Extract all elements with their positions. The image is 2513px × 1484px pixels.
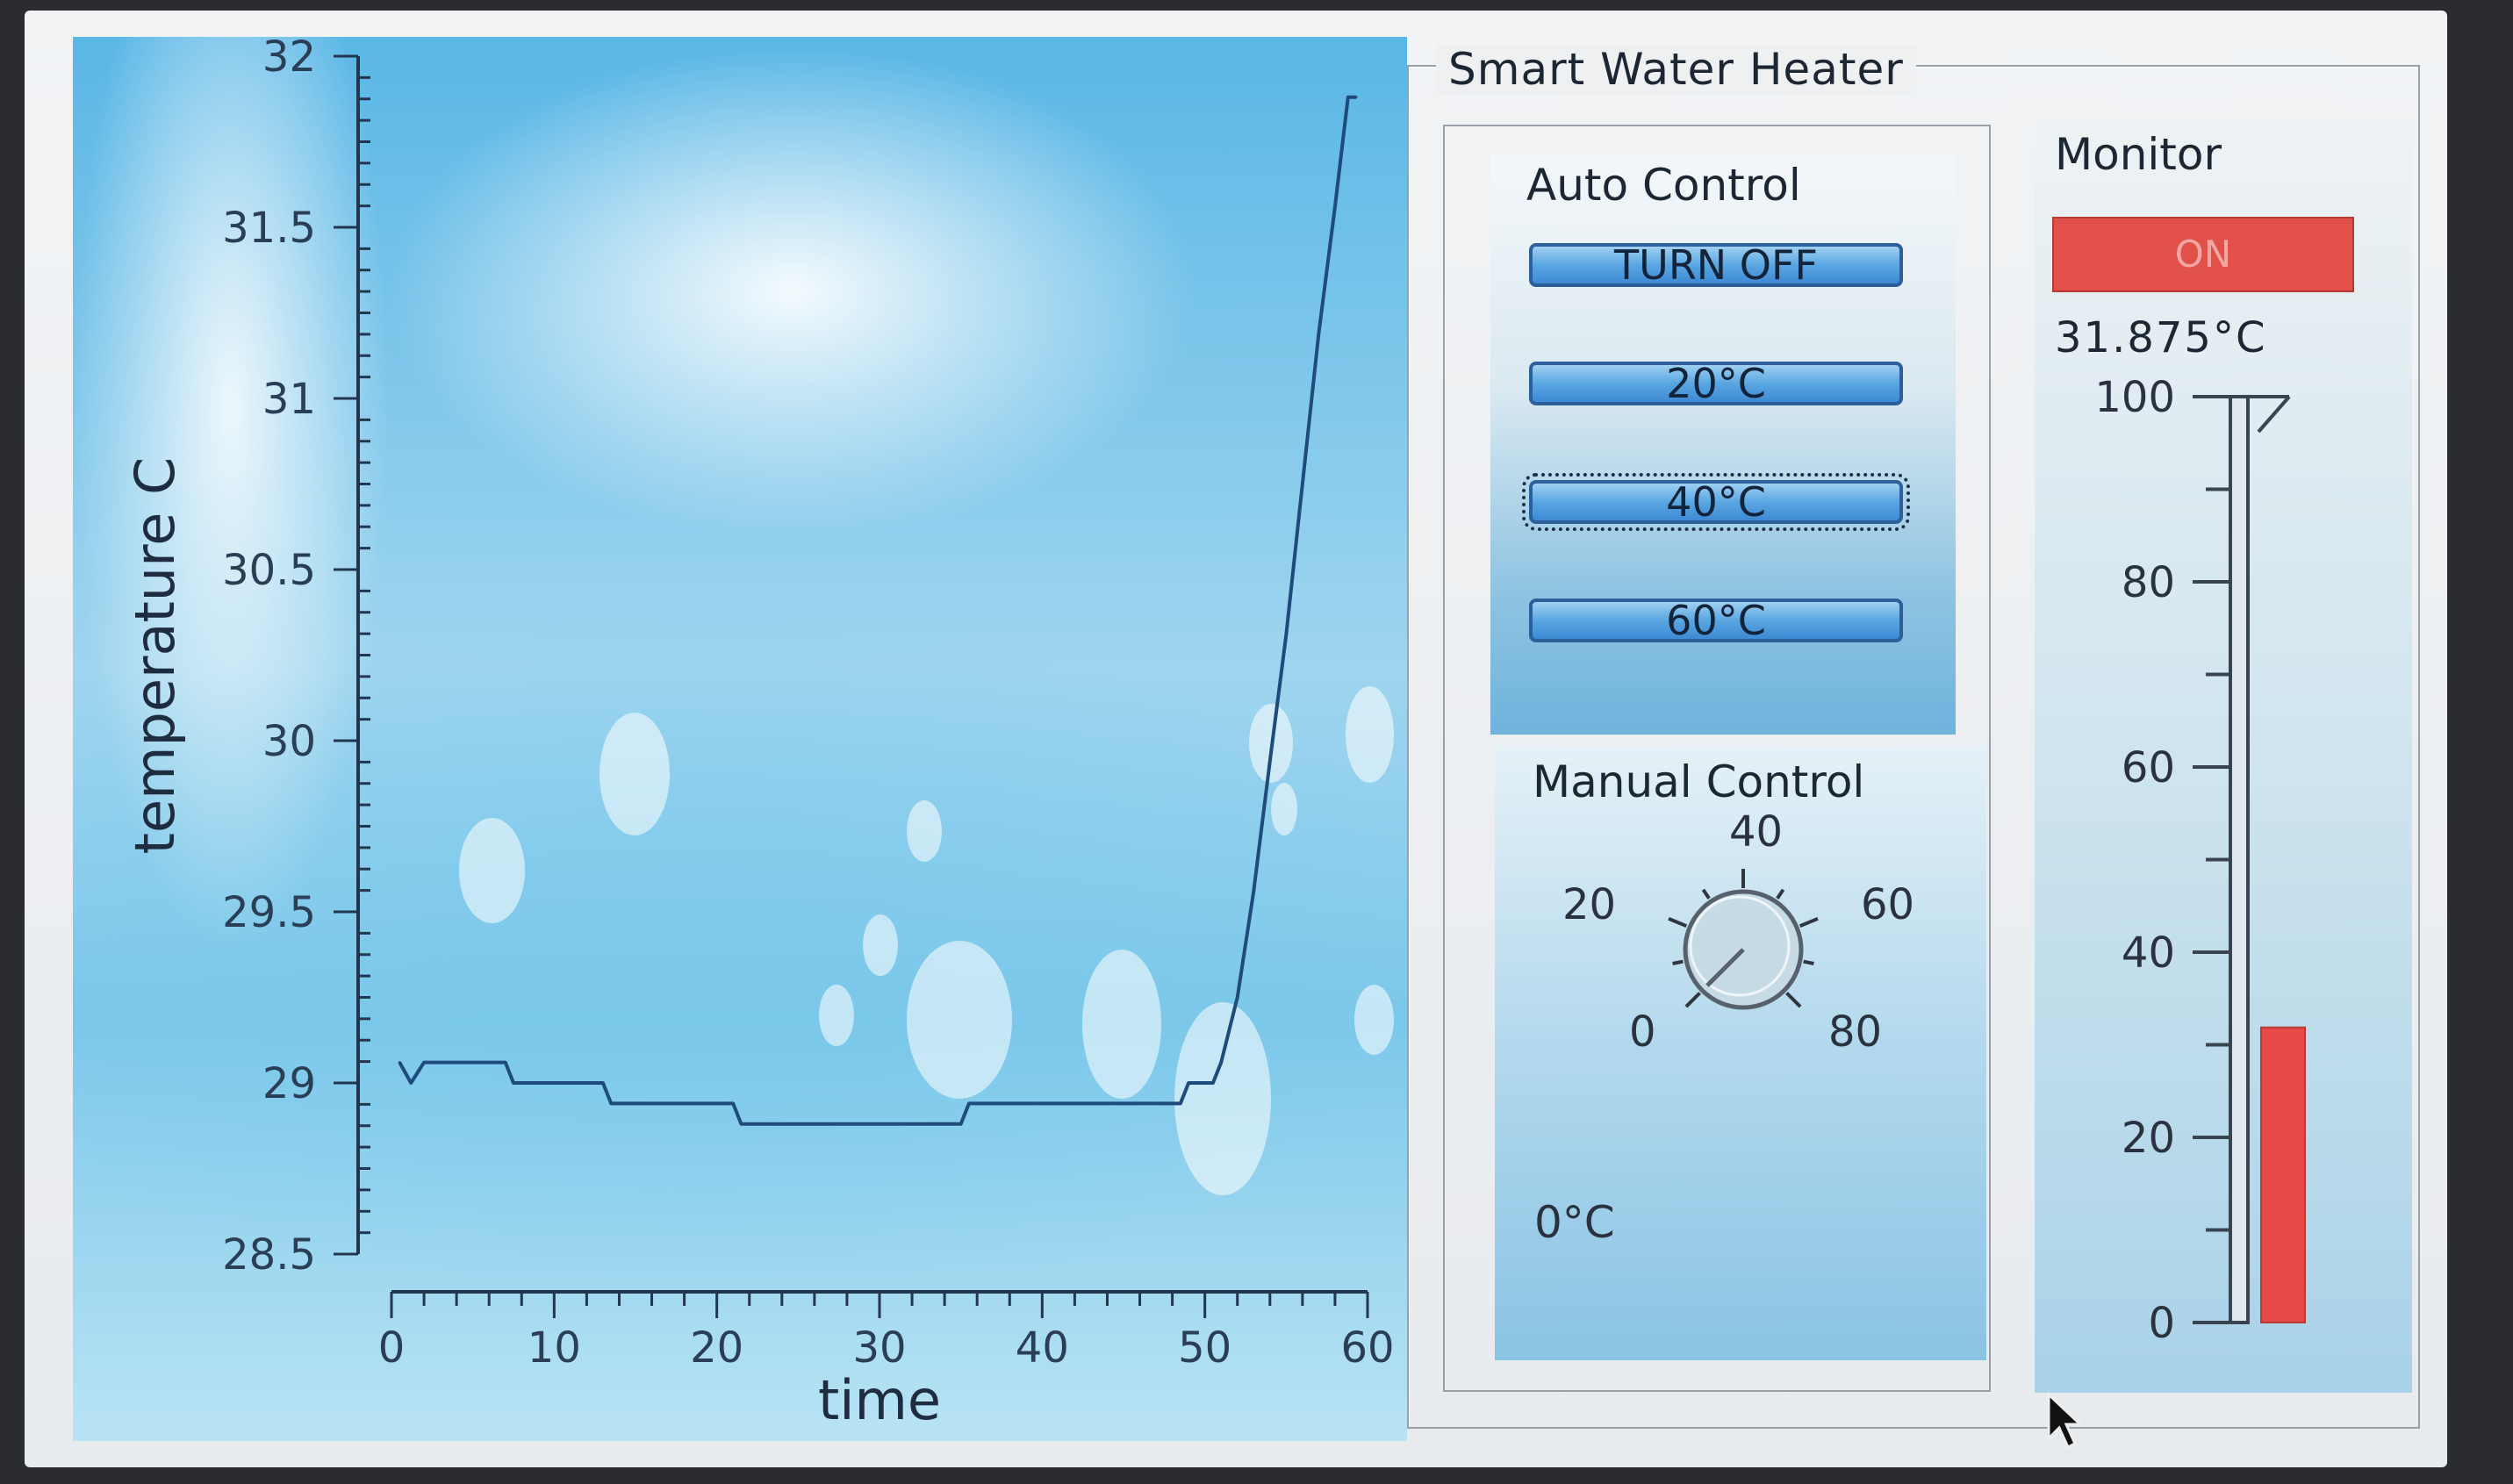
temperature-point — [1354, 96, 1358, 99]
thermometer-scale: 0 20 40 60 80 100 — [2094, 379, 2230, 1348]
auto-control-title: Auto Control — [1526, 160, 1801, 211]
temperature-point — [739, 1122, 743, 1126]
temperature-point — [1252, 890, 1255, 893]
heater-status-led: ON — [2052, 217, 2354, 292]
thermo-tick-label: 0 — [2148, 1299, 2175, 1348]
temperature-point — [1333, 205, 1337, 209]
thermo-tick-label: 80 — [2122, 558, 2175, 607]
x-axis-title: time — [818, 1368, 941, 1432]
dial-label-0: 0 — [1629, 1007, 1656, 1057]
x-tick-label: 0 — [378, 1323, 406, 1373]
app-window: 28.5 29 29.5 30 30.5 31 31.5 32 temperature C 0 10… — [25, 11, 2447, 1467]
temperature-point — [601, 1081, 605, 1085]
dial-major-tick — [1799, 916, 1819, 928]
preset-40c-button[interactable]: 40°C — [1522, 473, 1910, 531]
dial-minor-tick — [1776, 888, 1785, 900]
temperature-point — [409, 1081, 413, 1085]
temperature-point — [1346, 96, 1350, 99]
temperature-point — [609, 1101, 613, 1105]
temperature-point — [422, 1061, 426, 1065]
x-tick-label: 20 — [690, 1323, 743, 1373]
y-tick-label: 29 — [262, 1059, 316, 1108]
dial-label-40: 40 — [1729, 807, 1783, 857]
temperature-readout: 31.875°C — [2055, 313, 2267, 362]
monitor-title: Monitor — [2055, 129, 2222, 180]
thermometer-tube — [2229, 395, 2250, 1324]
dial-major-tick — [1668, 916, 1688, 928]
x-tick-label: 50 — [1178, 1323, 1231, 1373]
y-tick-label: 32 — [262, 32, 316, 82]
temperature-point — [512, 1081, 515, 1085]
x-tick-label: 30 — [852, 1323, 906, 1373]
temperature-point — [1211, 1081, 1215, 1085]
temperature-point — [1284, 633, 1288, 636]
temperature-point — [1301, 483, 1304, 485]
temperature-point — [1179, 1101, 1182, 1105]
temperature-point — [967, 1101, 971, 1105]
group-title: Smart Water Heater — [1436, 44, 1916, 95]
y-tick-label: 31 — [262, 375, 316, 424]
preset-20c-button[interactable]: 20°C — [1529, 362, 1903, 405]
temperature-series-line — [398, 95, 1357, 1126]
temperature-point — [1219, 1061, 1223, 1065]
dial-label-80: 80 — [1828, 1007, 1882, 1057]
temperature-dial[interactable]: 40 20 60 0 80 — [1517, 800, 1973, 1090]
thermometer-cap-edge — [2257, 395, 2291, 434]
temperature-point — [1236, 996, 1239, 999]
dial-label-60: 60 — [1861, 880, 1914, 929]
dial-minor-tick — [1803, 959, 1814, 965]
x-tick-label: 10 — [528, 1323, 581, 1373]
temperature-point — [430, 1061, 434, 1065]
thermometer-fill — [2260, 1026, 2306, 1323]
y-tick-label: 28.5 — [222, 1230, 316, 1280]
preset-60c-button[interactable]: 60°C — [1529, 599, 1903, 642]
x-tick-label: 40 — [1016, 1323, 1069, 1373]
temperature-point — [504, 1061, 507, 1065]
dial-minor-tick — [1672, 959, 1684, 965]
temperature-point — [398, 1061, 401, 1065]
thermo-tick-label: 20 — [2122, 1114, 2175, 1163]
y-tick-label: 31.5 — [222, 204, 316, 253]
y-tick-label: 30.5 — [222, 546, 316, 595]
dial-label-20: 20 — [1562, 880, 1616, 929]
y-tick-label: 30 — [262, 717, 316, 766]
thermo-tick-label: 40 — [2122, 928, 2175, 978]
thermometer-gauge: 0 20 40 60 80 100 — [2094, 379, 2306, 1348]
y-axis-title: temperature C — [123, 457, 187, 855]
chart-plot: 28.5 29 29.5 30 30.5 31 31.5 32 temperature C 0 10… — [123, 32, 1395, 1432]
temperature-point — [731, 1101, 735, 1105]
x-tick-label: 60 — [1340, 1323, 1394, 1373]
temperature-point — [959, 1122, 963, 1126]
dial-major-tick — [1785, 992, 1802, 1008]
temperature-point — [1317, 332, 1320, 335]
dial-major-tick — [1684, 992, 1701, 1008]
temperature-point — [1187, 1081, 1190, 1085]
temperature-point — [1268, 759, 1272, 763]
thermo-tick-label: 60 — [2122, 743, 2175, 792]
manual-value-label: 0°C — [1534, 1197, 1615, 1248]
thermo-tick-label: 100 — [2094, 379, 2175, 422]
y-tick-label: 29.5 — [222, 888, 316, 937]
mouse-cursor-icon — [2047, 1391, 2084, 1450]
dial-minor-tick — [1701, 888, 1711, 900]
turn-off-button[interactable]: TURN OFF — [1529, 243, 1903, 287]
